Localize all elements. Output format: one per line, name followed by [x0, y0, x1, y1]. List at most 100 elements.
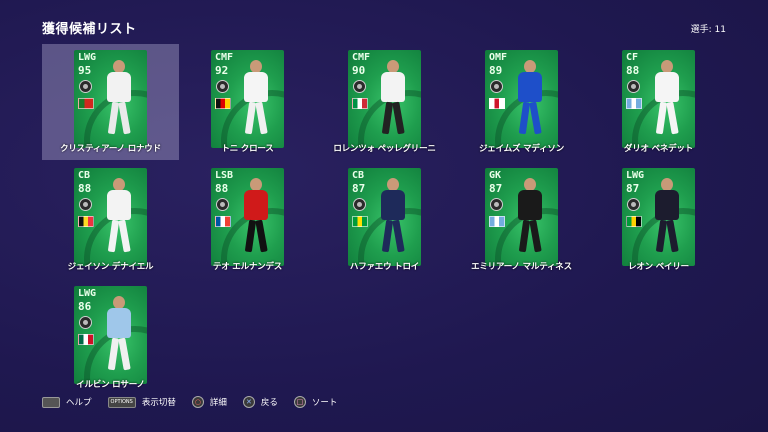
player-shirt	[381, 190, 405, 220]
ball-icon	[490, 80, 503, 93]
player-card-art: LWG 87	[622, 168, 695, 266]
player-position: CMF	[352, 52, 371, 63]
player-rating: 88	[215, 182, 229, 195]
player-image	[102, 178, 136, 260]
player-card[interactable]: OMF 89 ジェイムズ マディソン	[453, 44, 590, 160]
player-card-art: CB 87	[348, 168, 421, 266]
nationality-flag-icon	[489, 216, 505, 227]
player-rating: 88	[78, 182, 92, 195]
player-shirt	[381, 72, 405, 102]
player-position: LWG	[78, 288, 97, 299]
nationality-flag-icon	[352, 216, 368, 227]
player-card-art: LSB 88	[211, 168, 284, 266]
player-rating: 90	[352, 64, 366, 77]
player-rating: 95	[78, 64, 92, 77]
square-button-icon: □	[293, 396, 306, 408]
player-card-art: LWG 95	[74, 50, 147, 148]
player-rating: 87	[489, 182, 503, 195]
player-name: ダリオ ベネデット	[623, 144, 694, 154]
player-position: GK	[489, 170, 502, 181]
nationality-flag-icon	[352, 98, 368, 109]
player-image	[239, 60, 273, 142]
player-card[interactable]: LWG 87 レオン ベイリー	[590, 162, 727, 278]
ball-icon	[79, 316, 92, 329]
player-card[interactable]: GK 87 エミリアーノ マルティネス	[453, 162, 590, 278]
cross-button-icon: ✕	[242, 396, 255, 408]
player-position: LWG	[78, 52, 97, 63]
player-image	[513, 178, 547, 260]
player-rating: 89	[489, 64, 503, 77]
player-image	[102, 296, 136, 378]
player-shirt	[518, 72, 542, 102]
player-image	[102, 60, 136, 142]
player-image	[376, 178, 410, 260]
nationality-flag-icon	[78, 334, 94, 345]
player-rating: 92	[215, 64, 229, 77]
player-rating: 87	[626, 182, 640, 195]
ball-icon	[627, 80, 640, 93]
player-card-art: LWG 86	[74, 286, 147, 384]
nationality-flag-icon	[78, 216, 94, 227]
player-name: ハファエウ トロイ	[349, 262, 420, 272]
back-label[interactable]: 戻る	[261, 396, 278, 408]
player-position: CF	[626, 52, 639, 63]
player-image	[376, 60, 410, 142]
player-card-art: GK 87	[485, 168, 558, 266]
player-shirt	[107, 308, 131, 338]
player-image	[513, 60, 547, 142]
player-shirt	[244, 72, 268, 102]
player-position: LSB	[215, 170, 234, 181]
touchpad-icon	[42, 396, 60, 408]
player-card-art: CMF 92	[211, 50, 284, 148]
nationality-flag-icon	[215, 98, 231, 109]
ball-icon	[353, 198, 366, 211]
player-card[interactable]: CF 88 ダリオ ベネデット	[590, 44, 727, 160]
player-shirt	[518, 190, 542, 220]
ball-icon	[216, 80, 229, 93]
player-name: エミリアーノ マルティネス	[471, 262, 572, 272]
nationality-flag-icon	[626, 98, 642, 109]
player-rating: 88	[626, 64, 640, 77]
player-card[interactable]: CMF 90 ロレンツォ ペッレグリーニ	[316, 44, 453, 160]
player-position: CB	[352, 170, 365, 181]
player-name: クリスティアーノ ロナウド	[60, 144, 161, 154]
ball-icon	[79, 198, 92, 211]
player-image	[650, 60, 684, 142]
player-card-art: CF 88	[622, 50, 695, 148]
player-image	[650, 178, 684, 260]
player-card[interactable]: CB 88 ジェイソン デナイエル	[42, 162, 179, 278]
player-position: CB	[78, 170, 91, 181]
player-card[interactable]: CB 87 ハファエウ トロイ	[316, 162, 453, 278]
nationality-flag-icon	[489, 98, 505, 109]
player-count: 選手: 11	[690, 25, 726, 35]
player-card[interactable]: LWG 86 イルビン ロサーノ	[42, 280, 179, 396]
player-rating: 87	[352, 182, 366, 195]
toggle-view-label[interactable]: 表示切替	[142, 396, 176, 408]
nationality-flag-icon	[626, 216, 642, 227]
player-card[interactable]: LSB 88 テオ エルナンデス	[179, 162, 316, 278]
player-card-art: OMF 89	[485, 50, 558, 148]
options-button-icon: OPTIONS	[107, 396, 136, 408]
ball-icon	[79, 80, 92, 93]
sort-label[interactable]: ソート	[312, 396, 338, 408]
nationality-flag-icon	[78, 98, 94, 109]
player-name: レオン ベイリー	[628, 262, 689, 272]
player-name: テオ エルナンデス	[212, 262, 283, 272]
player-name: ジェイムズ マディソン	[479, 144, 564, 154]
button-guide: ヘルプ OPTIONS 表示切替 ○ 詳細 ✕ 戻る □ ソート	[42, 396, 337, 408]
circle-button-icon: ○	[191, 396, 204, 408]
player-card-art: CB 88	[74, 168, 147, 266]
ball-icon	[353, 80, 366, 93]
player-name: イルビン ロサーノ	[76, 380, 145, 390]
player-name: ジェイソン デナイエル	[67, 262, 154, 272]
help-label[interactable]: ヘルプ	[66, 396, 92, 408]
player-shirt	[244, 190, 268, 220]
detail-label[interactable]: 詳細	[210, 396, 227, 408]
player-card-art: CMF 90	[348, 50, 421, 148]
player-position: LWG	[626, 170, 645, 181]
player-card[interactable]: LWG 95 クリスティアーノ ロナウド	[42, 44, 179, 160]
player-position: OMF	[489, 52, 508, 63]
player-image	[239, 178, 273, 260]
player-card[interactable]: CMF 92 トニ クロース	[179, 44, 316, 160]
ball-icon	[627, 198, 640, 211]
